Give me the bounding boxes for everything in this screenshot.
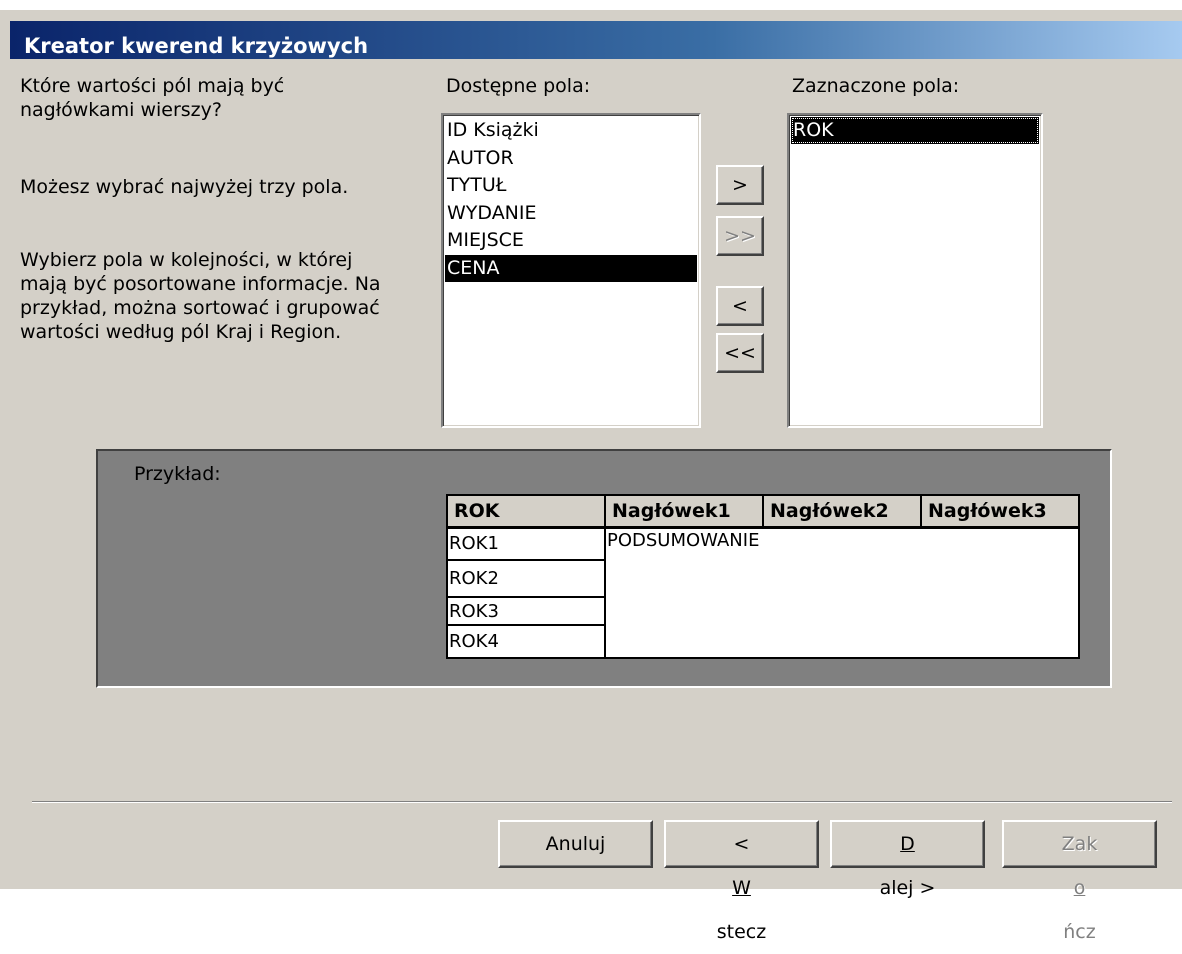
remove-field-button[interactable]: < — [716, 286, 764, 326]
window-title: Kreator kwerend krzyżowych — [24, 34, 369, 58]
question-text-line2: nagłówkami wierszy? — [20, 99, 222, 121]
example-label: Przykład: — [134, 463, 221, 485]
example-header-3: Nagłówek3 — [920, 494, 1080, 528]
next-rest: alej > — [879, 877, 936, 899]
back-label: < Wstecz — [666, 822, 817, 954]
next-button[interactable]: Dalej > — [830, 820, 985, 899]
back-prefix: < — [733, 833, 750, 855]
example-row: ROK2 — [446, 559, 606, 598]
order-text-line3: przykład, można sortować i grupować — [20, 297, 380, 319]
order-text-line2: mają być posortowane informacje. Na — [20, 273, 381, 295]
example-row: ROK4 — [446, 624, 606, 659]
cancel-label: Anuluj — [545, 833, 606, 855]
example-summary-cell: PODSUMOWANIE — [604, 527, 1080, 659]
selected-fields-label: Zaznaczone pola: — [792, 75, 960, 97]
title-bar[interactable]: Kreator kwerend krzyżowych — [10, 21, 1182, 59]
list-item-selected[interactable]: ROK — [791, 117, 1039, 144]
list-item[interactable]: ID Książki — [445, 117, 697, 144]
example-header-2: Nagłówek2 — [762, 494, 922, 528]
example-row: ROK1 — [446, 527, 606, 561]
example-header-1: Nagłówek1 — [604, 494, 764, 528]
example-row: ROK3 — [446, 596, 606, 626]
finish-button[interactable]: Zak o ńcz — [1002, 820, 1157, 943]
next-mnemonic: D — [900, 833, 915, 855]
cancel-button[interactable]: Anuluj — [498, 820, 653, 868]
list-item[interactable]: TYTUŁ — [445, 172, 697, 199]
list-item[interactable]: AUTOR — [445, 145, 697, 172]
footer-divider-highlight — [32, 802, 1172, 803]
question-text-line1: Które wartości pól mają być — [20, 75, 285, 97]
back-rest: stecz — [716, 921, 767, 943]
remove-field-label: < — [732, 295, 748, 317]
order-text-line1: Wybierz pola w kolejności, w której — [20, 249, 353, 271]
example-header-rok: ROK — [446, 494, 606, 528]
add-field-label: > — [732, 174, 748, 196]
add-all-fields-label: >> — [724, 225, 756, 247]
summary-text: PODSUMOWANIE — [607, 530, 760, 551]
add-field-button[interactable]: > — [716, 165, 764, 205]
finish-rest: ńcz — [1063, 921, 1096, 943]
add-all-fields-button[interactable]: >> — [716, 216, 764, 256]
limit-text: Możesz wybrać najwyżej trzy pola. — [20, 176, 349, 198]
remove-all-fields-label: << — [724, 342, 756, 364]
available-fields-label: Dostępne pola: — [446, 75, 591, 97]
finish-label: Zak o ńcz — [1004, 822, 1155, 954]
list-item[interactable]: MIEJSCE — [445, 227, 697, 254]
back-button[interactable]: < Wstecz — [664, 820, 819, 943]
list-item[interactable]: WYDANIE — [445, 200, 697, 227]
order-text-line4: wartości według pól Kraj i Region. — [20, 321, 342, 343]
available-fields-list[interactable]: ID Książki AUTOR TYTUŁ WYDANIE MIEJSCE C… — [441, 113, 701, 428]
list-item-selected[interactable]: CENA — [445, 255, 697, 282]
next-label: Dalej > — [832, 822, 983, 910]
finish-mnemonic: o — [1073, 877, 1086, 899]
finish-pre: Zak — [1061, 833, 1098, 855]
selected-fields-list[interactable]: ROK — [787, 113, 1043, 428]
back-mnemonic: W — [732, 877, 751, 899]
remove-all-fields-button[interactable]: << — [716, 333, 764, 373]
